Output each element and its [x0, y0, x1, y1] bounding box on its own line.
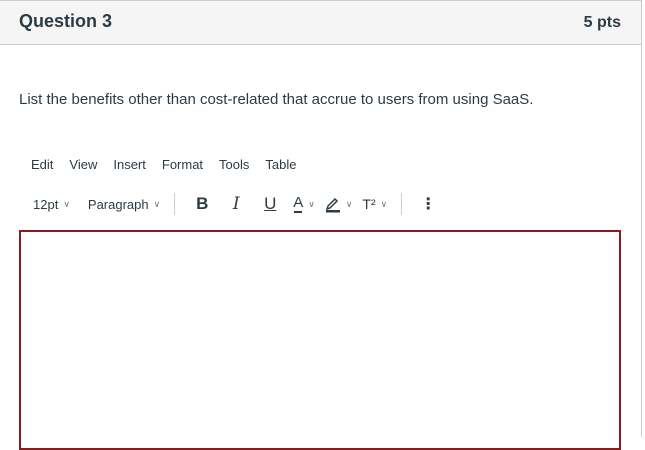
menu-edit[interactable]: Edit: [31, 157, 53, 172]
menu-tools[interactable]: Tools: [219, 157, 249, 172]
chevron-down-icon: ∨: [345, 198, 353, 209]
text-color-letter: A: [293, 194, 304, 211]
question-prompt: List the benefits other than cost-relate…: [19, 91, 534, 108]
menu-view[interactable]: View: [69, 157, 97, 172]
editor-content[interactable]: [21, 232, 619, 448]
superscript-icon: T²: [362, 196, 376, 212]
underline-button[interactable]: U: [259, 193, 281, 215]
menu-table[interactable]: Table: [265, 157, 296, 172]
question-card: Question 3 5 pts List the benefits other…: [0, 0, 642, 450]
superscript-button[interactable]: T² ∨: [362, 196, 387, 212]
bold-button[interactable]: B: [191, 193, 213, 215]
answer-editor[interactable]: [19, 230, 621, 450]
editor-toolbar: 12pt ∨ Paragraph ∨ B I U A ∨ ∨ T² ∨ ⋮: [33, 192, 436, 216]
highlight-color-button[interactable]: ∨: [325, 195, 353, 213]
highlighter-icon: [325, 197, 340, 213]
menu-insert[interactable]: Insert: [113, 157, 146, 172]
toolbar-divider: [174, 193, 176, 215]
question-title: Question 3: [19, 11, 113, 31]
text-color-icon: A: [293, 194, 303, 214]
font-size-dropdown[interactable]: 12pt ∨: [33, 197, 70, 212]
menu-format[interactable]: Format: [162, 157, 203, 172]
chevron-down-icon: ∨: [308, 198, 315, 209]
question-points: 5 pts: [583, 14, 621, 31]
chevron-down-icon: ∨: [380, 198, 388, 209]
question-header: Question 3 5 pts: [0, 0, 641, 45]
text-color-button[interactable]: A ∨: [293, 194, 315, 214]
chevron-down-icon: ∨: [63, 198, 70, 209]
block-format-value: Paragraph: [87, 196, 149, 212]
block-format-dropdown[interactable]: Paragraph ∨: [88, 197, 160, 212]
toolbar-divider: [401, 193, 403, 215]
editor-menubar: Edit View Insert Format Tools Table: [31, 157, 312, 172]
italic-button[interactable]: I: [225, 193, 247, 215]
more-options-icon[interactable]: ⋮: [420, 194, 436, 214]
font-size-value: 12pt: [33, 196, 59, 212]
chevron-down-icon: ∨: [153, 198, 161, 209]
